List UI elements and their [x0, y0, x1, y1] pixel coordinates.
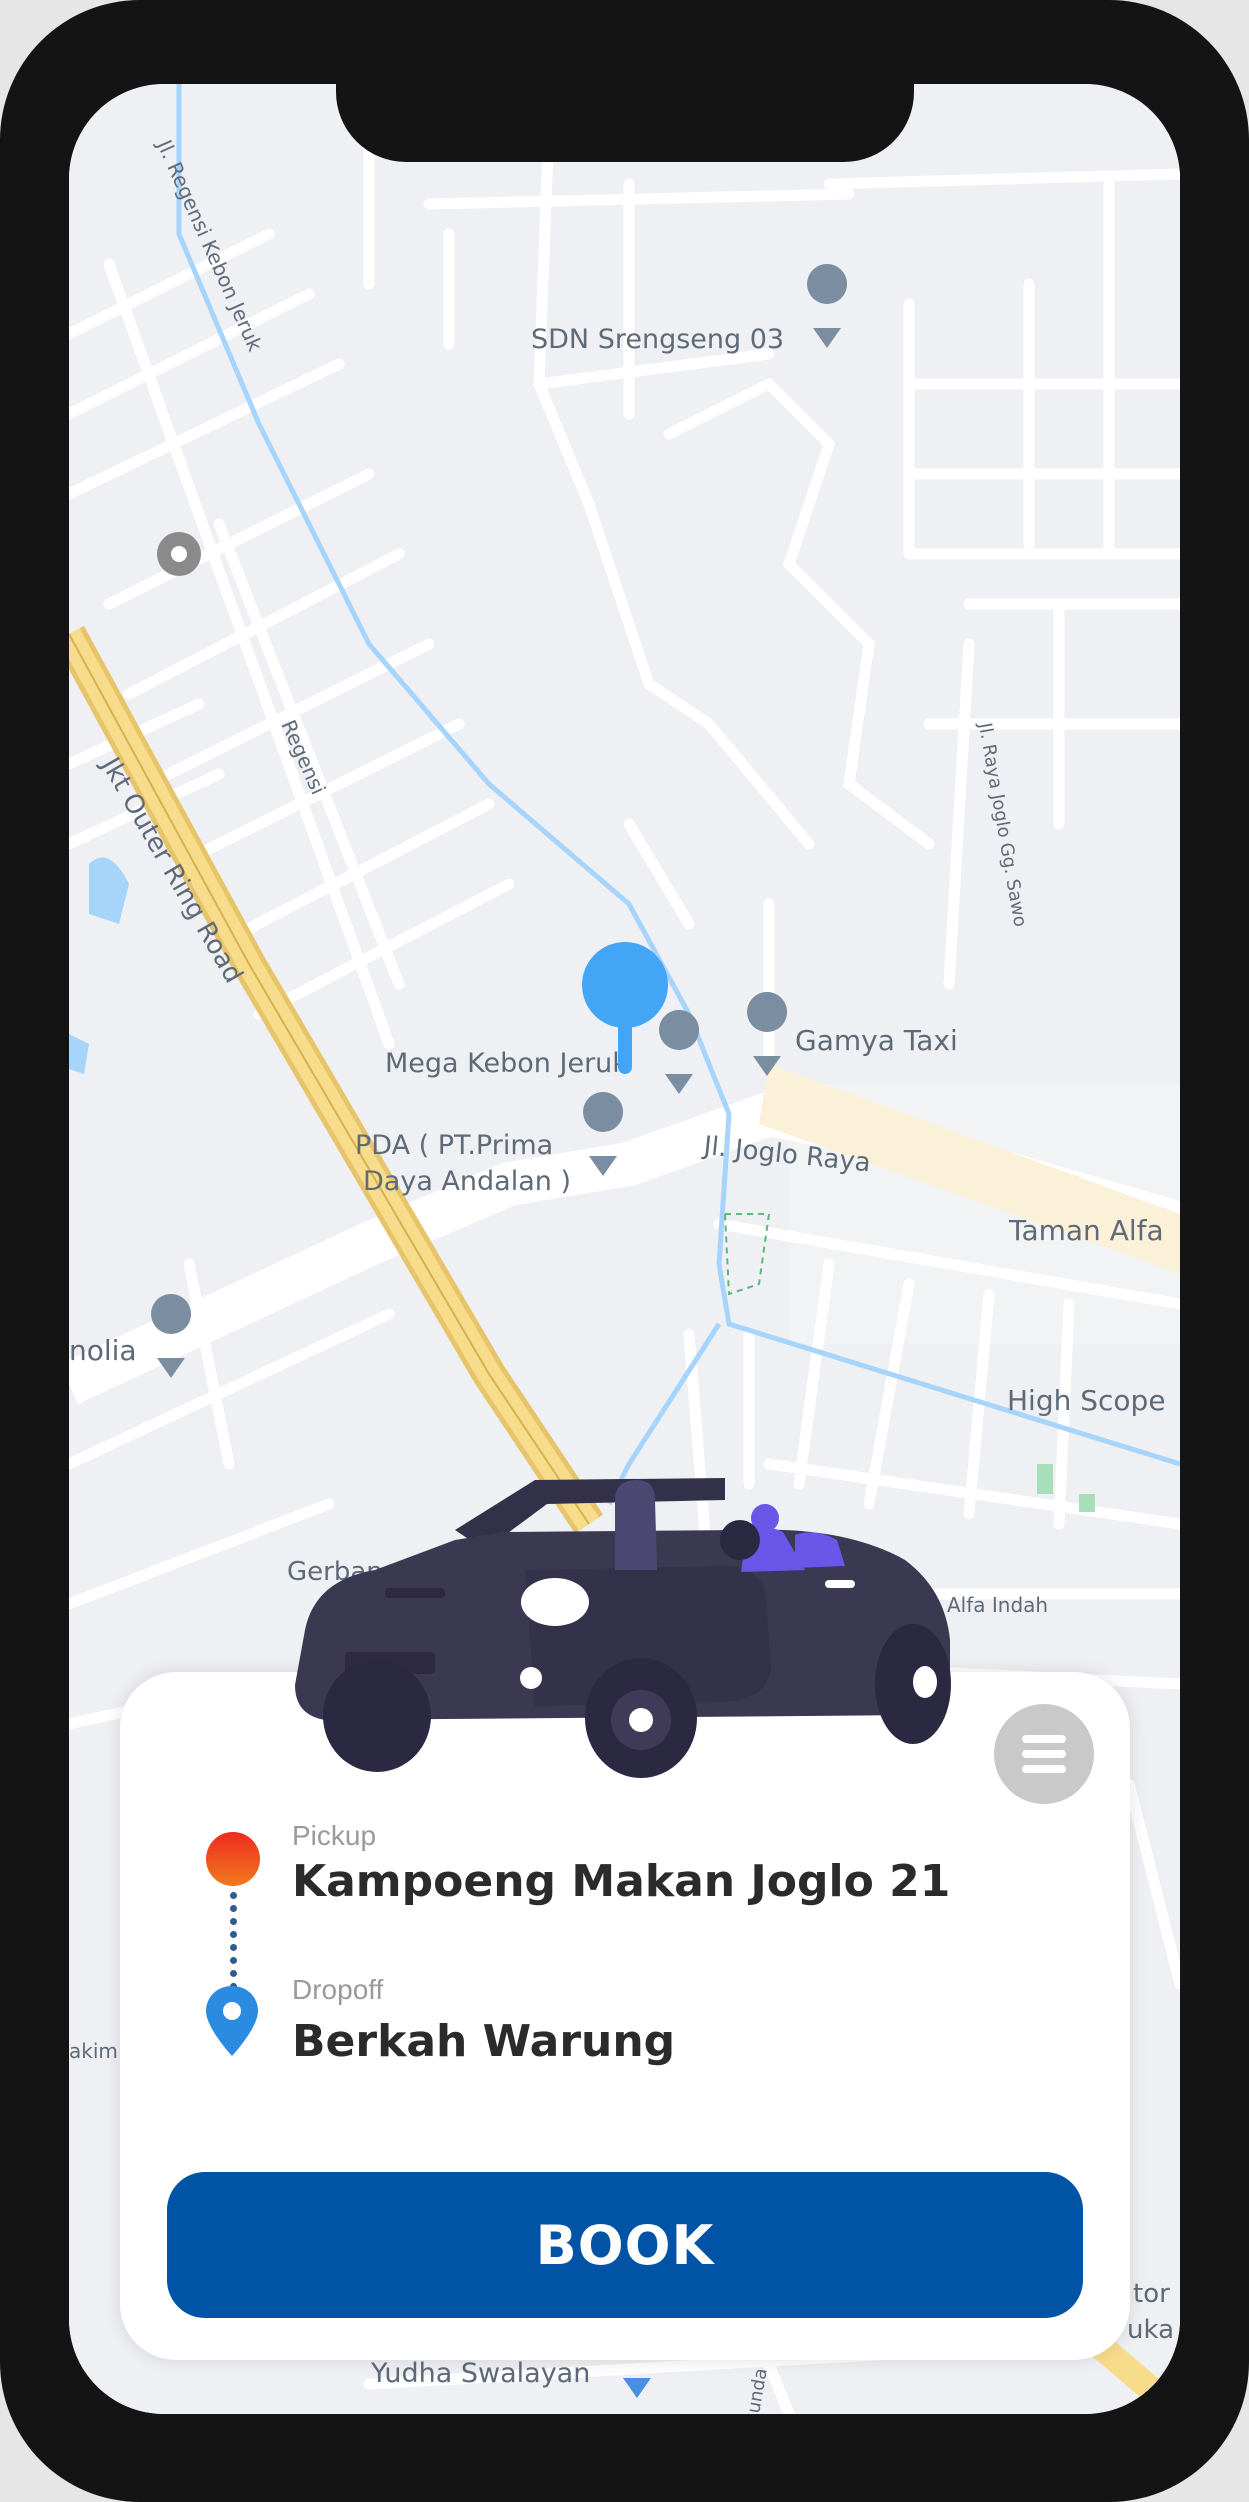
pickup-dot-icon: [206, 1832, 260, 1886]
map-label-pda-line2: Daya Andalan ): [363, 1166, 571, 1197]
pickup-label: Pickup: [292, 1820, 377, 1851]
hamburger-icon: [1022, 1735, 1066, 1773]
map-label-sdn: SDN Srengseng 03: [531, 324, 784, 355]
map-label-pda-line1: PDA ( PT.Prima: [355, 1130, 553, 1161]
phone-frame: SDN Srengseng 03 Jl. Regensi Kebon Jeruk…: [0, 0, 1249, 2502]
map-label-yudha-swalayan: Yudha Swalayan: [370, 2358, 590, 2389]
dropoff-label: Dropoff: [292, 1974, 384, 2005]
menu-button[interactable]: [994, 1704, 1094, 1804]
map-label-magnolia: nolia: [69, 1334, 137, 1367]
map-label-akim: akim: [69, 2039, 118, 2063]
dropoff-value[interactable]: Berkah Warung: [292, 2016, 675, 2067]
dropoff-pin-icon: [206, 1986, 258, 2056]
map-label-right-top: tor: [1133, 2279, 1170, 2309]
book-button[interactable]: BOOK: [167, 2172, 1083, 2318]
convertible-car-icon: [295, 1478, 951, 1778]
route-connector: [230, 1892, 237, 1990]
map-label-high-scope: High Scope: [1007, 1384, 1166, 1417]
map-label-taman-alfa: Taman Alfa: [1008, 1214, 1164, 1247]
phone-notch: [336, 80, 914, 162]
location-pin-icon[interactable]: [580, 940, 670, 1076]
pickup-value[interactable]: Kampoeng Makan Joglo 21: [292, 1856, 950, 1907]
map-label-right-bottom: uka: [1127, 2315, 1174, 2345]
map-label-gamya-taxi: Gamya Taxi: [795, 1024, 958, 1057]
